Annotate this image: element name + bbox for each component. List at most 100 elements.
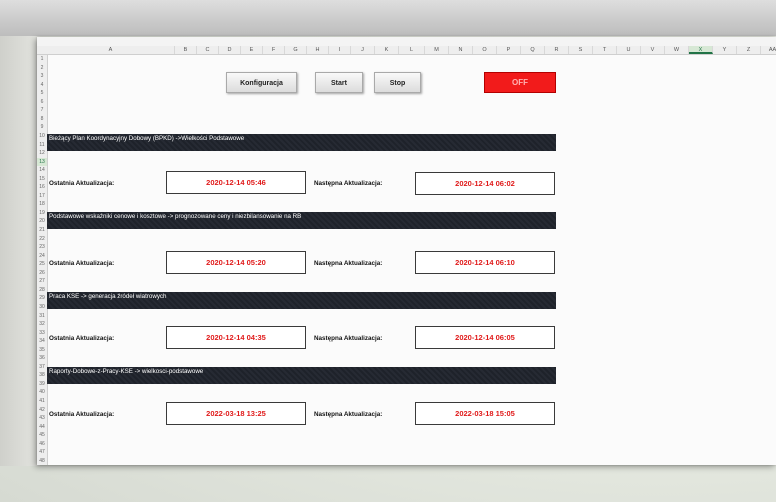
column-header[interactable]: P [497, 46, 521, 54]
row-header[interactable]: 40 [37, 388, 47, 396]
column-header[interactable]: A [47, 46, 175, 54]
next-update-value: 2020-12-14 06:02 [415, 172, 555, 195]
row-header[interactable]: 25 [37, 260, 47, 268]
row-header[interactable]: 31 [37, 312, 47, 320]
row-header[interactable]: 4 [37, 81, 47, 89]
column-header-bar: A B C D E F G H I J K L M N O P Q R S T U V W X Y Z AA [37, 46, 776, 55]
next-update-value: 2020-12-14 06:10 [415, 251, 555, 274]
row-header[interactable]: 35 [37, 346, 47, 354]
row-header[interactable]: 30 [37, 303, 47, 311]
row-header[interactable]: 17 [37, 192, 47, 200]
row-header[interactable]: 38 [37, 371, 47, 379]
row-header[interactable]: 46 [37, 440, 47, 448]
window-left-frame [0, 36, 40, 466]
row-header[interactable]: 48 [37, 457, 47, 465]
start-button[interactable]: Start [315, 72, 363, 93]
row-header[interactable]: 32 [37, 320, 47, 328]
column-header[interactable]: F [263, 46, 285, 54]
row-header[interactable]: 27 [37, 277, 47, 285]
row-header[interactable]: 43 [37, 414, 47, 422]
row-header[interactable]: 14 [37, 166, 47, 174]
column-header[interactable]: N [449, 46, 473, 54]
row-header[interactable]: 3 [37, 72, 47, 80]
section-title: Podstawowe wskaźniki cenowe i kosztowe -… [49, 213, 302, 220]
next-update-label: Następna Aktualizacja: [314, 260, 383, 267]
column-header[interactable]: B [175, 46, 197, 54]
row-header[interactable]: 15 [37, 175, 47, 183]
column-header[interactable]: J [351, 46, 375, 54]
last-update-label: Ostatnia Aktualizacja: [49, 260, 115, 267]
column-header[interactable]: M [425, 46, 449, 54]
row-header[interactable]: 18 [37, 200, 47, 208]
column-header[interactable]: AA [761, 46, 776, 54]
column-header[interactable]: H [307, 46, 329, 54]
konfiguracja-button[interactable]: Konfiguracja [226, 72, 297, 93]
column-header[interactable]: R [545, 46, 569, 54]
section-title: Raporty-Dobowe-z-Pracy-KSE -> wielkosci-… [49, 368, 204, 375]
window-top-frame [0, 0, 776, 36]
row-header[interactable]: 20 [37, 217, 47, 225]
section-header-wind-generation: Praca KSE -> generacja źródeł wiatrowych [47, 292, 556, 309]
last-update-value: 2020-12-14 05:46 [166, 171, 306, 194]
row-header[interactable]: 36 [37, 354, 47, 362]
column-header[interactable]: U [617, 46, 641, 54]
next-update-label: Następna Aktualizacja: [314, 335, 383, 342]
row-header[interactable]: 28 [37, 286, 47, 294]
column-header[interactable]: E [241, 46, 263, 54]
row-header[interactable]: 37 [37, 363, 47, 371]
row-header[interactable]: 5 [37, 89, 47, 97]
row-header[interactable]: 34 [37, 337, 47, 345]
last-update-label: Ostatnia Aktualizacja: [49, 411, 115, 418]
last-update-value: 2020-12-14 04:35 [166, 326, 306, 349]
row-header[interactable]: 24 [37, 252, 47, 260]
row-header[interactable]: 11 [37, 141, 47, 149]
column-header[interactable]: G [285, 46, 307, 54]
row-header[interactable]: 7 [37, 106, 47, 114]
row-header[interactable]: 16 [37, 183, 47, 191]
section-header-price-indicators: Podstawowe wskaźniki cenowe i kosztowe -… [47, 212, 556, 229]
column-header[interactable]: K [375, 46, 399, 54]
column-header[interactable]: I [329, 46, 351, 54]
column-header[interactable]: C [197, 46, 219, 54]
column-header[interactable]: Z [737, 46, 761, 54]
column-header[interactable]: V [641, 46, 665, 54]
row-header[interactable]: 8 [37, 115, 47, 123]
status-off-button[interactable]: OFF [484, 72, 556, 93]
row-header[interactable]: 39 [37, 380, 47, 388]
row-header[interactable]: 12 [37, 149, 47, 157]
column-header[interactable]: W [665, 46, 689, 54]
row-header[interactable]: 6 [37, 98, 47, 106]
row-header[interactable]: 41 [37, 397, 47, 405]
column-header[interactable]: Y [713, 46, 737, 54]
last-update-label: Ostatnia Aktualizacja: [49, 335, 115, 342]
column-header[interactable]: Q [521, 46, 545, 54]
row-header[interactable]: 19 [37, 209, 47, 217]
row-header[interactable]: 10 [37, 132, 47, 140]
row-header[interactable]: 33 [37, 329, 47, 337]
row-header[interactable]: 47 [37, 448, 47, 456]
row-header[interactable]: 21 [37, 226, 47, 234]
row-header[interactable]: 42 [37, 406, 47, 414]
last-update-label: Ostatnia Aktualizacja: [49, 180, 115, 187]
stop-button[interactable]: Stop [374, 72, 421, 93]
next-update-value: 2022-03-18 15:05 [415, 402, 555, 425]
row-header[interactable]: 29 [37, 294, 47, 302]
row-header[interactable]: 2 [37, 64, 47, 72]
row-header[interactable]: 44 [37, 423, 47, 431]
row-header[interactable]: 22 [37, 235, 47, 243]
section-header-bpkd: Bieżący Plan Koordynacyjny Dobowy (BPKD)… [47, 134, 556, 151]
column-header[interactable]: T [593, 46, 617, 54]
column-header[interactable]: O [473, 46, 497, 54]
column-header[interactable]: D [219, 46, 241, 54]
row-header[interactable]: 9 [37, 123, 47, 131]
column-header[interactable]: L [399, 46, 425, 54]
row-header[interactable]: 26 [37, 269, 47, 277]
last-update-value: 2020-12-14 05:20 [166, 251, 306, 274]
column-header[interactable]: S [569, 46, 593, 54]
next-update-label: Następna Aktualizacja: [314, 180, 383, 187]
row-header[interactable]: 13 [37, 157, 47, 166]
row-header[interactable]: 1 [37, 55, 47, 63]
row-header[interactable]: 23 [37, 243, 47, 251]
column-header[interactable]: X [689, 46, 713, 54]
row-header[interactable]: 45 [37, 431, 47, 439]
